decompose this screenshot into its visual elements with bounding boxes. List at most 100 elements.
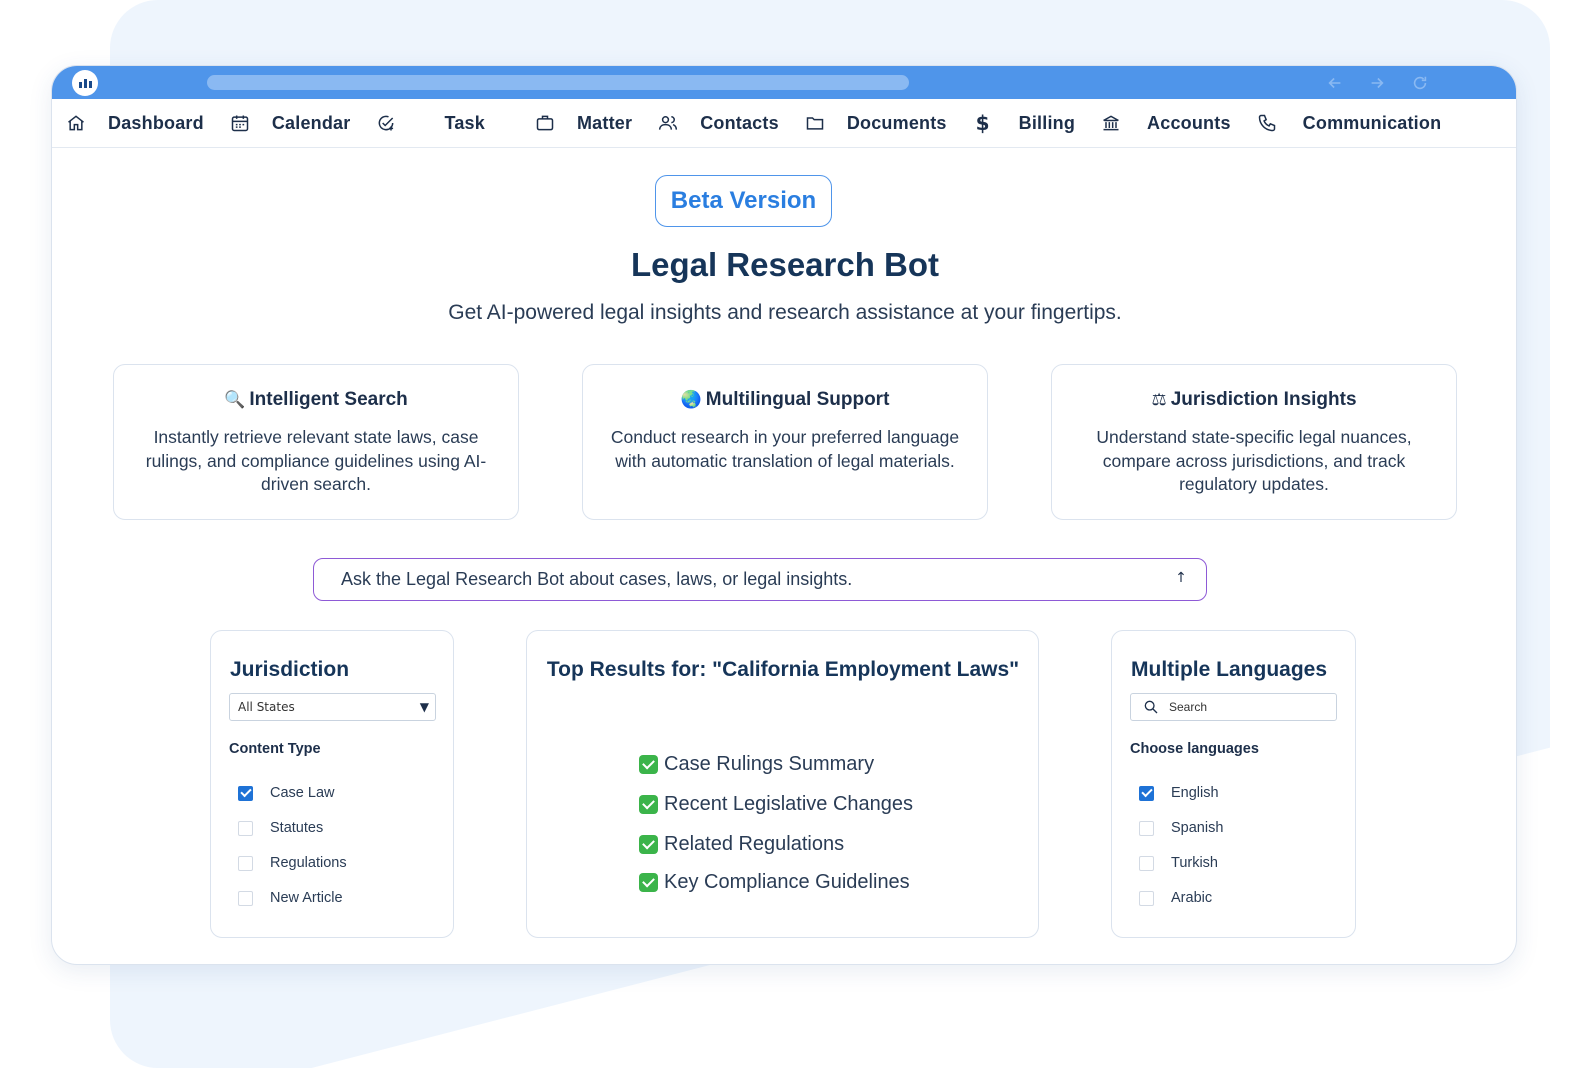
checkbox-new-article[interactable]: New Article xyxy=(238,890,343,906)
scales-icon: ⚖ xyxy=(1151,390,1167,410)
checkbox[interactable] xyxy=(238,785,253,801)
main-navbar: Dashboard Calendar Task Matter Contacts … xyxy=(52,99,1516,148)
checkbox-spanish[interactable]: Spanish xyxy=(1139,820,1223,836)
result-text: Recent Legislative Changes xyxy=(664,793,914,815)
feature-title: Multilingual Support xyxy=(705,389,890,410)
nav-label: Accounts xyxy=(1147,112,1231,133)
checkbox-arabic[interactable]: Arabic xyxy=(1139,890,1212,906)
checkbox-label: New Article xyxy=(270,890,343,906)
result-item[interactable]: Key Compliance Guidelines xyxy=(639,871,910,894)
nav-matter[interactable]: Matter xyxy=(535,99,632,147)
beta-badge: Beta Version xyxy=(655,175,832,227)
app-window: Dashboard Calendar Task Matter Contacts … xyxy=(51,65,1517,965)
address-bar[interactable] xyxy=(207,75,909,90)
feature-card-search: 🔍 Intelligent Search Instantly retrieve … xyxy=(113,364,519,520)
nav-label: Contacts xyxy=(700,112,779,133)
choose-languages-label: Choose languages xyxy=(1130,741,1259,757)
check-mark-icon xyxy=(639,755,658,774)
chat-input[interactable] xyxy=(341,569,1161,590)
send-arrow-icon[interactable]: ↑ xyxy=(1174,570,1188,588)
checkbox[interactable] xyxy=(238,890,253,906)
dollar-icon: $ xyxy=(975,111,990,135)
check-mark-icon xyxy=(639,835,658,854)
feature-description: Conduct research in your preferred langu… xyxy=(610,427,960,471)
chat-input-container: ↑ xyxy=(313,558,1207,601)
feature-card-multilingual: 🌏 Multilingual Support Conduct research … xyxy=(582,364,988,520)
feature-title: Intelligent Search xyxy=(249,389,408,410)
back-arrow-icon[interactable] xyxy=(1324,72,1346,94)
checkbox-label: Statutes xyxy=(270,820,324,836)
result-item[interactable]: Case Rulings Summary xyxy=(639,753,874,776)
checkbox[interactable] xyxy=(1139,820,1154,836)
select-value: All States xyxy=(238,700,295,714)
feature-title: Jurisdiction Insights xyxy=(1170,389,1357,410)
magnifier-icon: 🔍 xyxy=(224,390,246,410)
app-logo xyxy=(72,70,98,96)
checkbox-statutes[interactable]: Statutes xyxy=(238,820,323,836)
nav-label: Billing xyxy=(1018,112,1076,133)
bank-icon xyxy=(1103,115,1119,131)
feature-description: Understand state-specific legal nuances,… xyxy=(1096,427,1412,494)
browser-titlebar xyxy=(52,66,1516,99)
language-search[interactable] xyxy=(1130,693,1337,721)
checkbox-label: Case Law xyxy=(270,785,335,801)
nav-communication[interactable]: Communication xyxy=(1257,99,1442,147)
result-item[interactable]: Related Regulations xyxy=(639,833,844,856)
search-icon xyxy=(1144,700,1158,714)
result-text: Case Rulings Summary xyxy=(664,753,875,775)
nav-documents[interactable]: Documents xyxy=(805,99,947,147)
nav-label: Documents xyxy=(846,112,947,133)
page-subtitle: Get AI-powered legal insights and resear… xyxy=(448,301,1122,324)
globe-icon: 🌏 xyxy=(680,390,702,410)
checkbox-case-law[interactable]: Case Law xyxy=(238,785,334,801)
language-search-input[interactable] xyxy=(1169,700,1329,714)
nav-label: Dashboard xyxy=(108,112,204,133)
results-title: Top Results for: "California Employment … xyxy=(546,658,1020,681)
nav-label: Task xyxy=(444,112,485,133)
briefcase-icon xyxy=(536,115,554,131)
task-check-icon xyxy=(379,115,394,131)
phone-icon xyxy=(1258,114,1275,132)
nav-dashboard[interactable]: Dashboard xyxy=(66,99,204,147)
page-title: Legal Research Bot xyxy=(630,246,940,283)
result-text: Key Compliance Guidelines xyxy=(664,871,910,893)
checkbox-regulations[interactable]: Regulations xyxy=(238,855,347,871)
nav-calendar[interactable]: Calendar xyxy=(230,99,351,147)
state-select[interactable]: All States ▼ xyxy=(229,693,436,721)
languages-panel: Multiple Languages Choose languages Engl… xyxy=(1111,630,1356,938)
forward-arrow-icon[interactable] xyxy=(1366,72,1388,94)
nav-contacts[interactable]: Contacts xyxy=(658,99,779,147)
feature-card-jurisdiction: ⚖ Jurisdiction Insights Understand state… xyxy=(1051,364,1457,520)
checkbox-label: Regulations xyxy=(270,855,347,871)
check-mark-icon xyxy=(639,795,658,814)
check-mark-icon xyxy=(639,873,658,892)
checkbox[interactable] xyxy=(238,820,253,836)
nav-label: Communication xyxy=(1302,112,1442,133)
checkbox-label: Arabic xyxy=(1171,890,1213,906)
refresh-icon[interactable] xyxy=(1409,72,1431,94)
calendar-icon xyxy=(231,115,249,132)
checkbox[interactable] xyxy=(1139,785,1154,801)
panel-title: Multiple Languages xyxy=(1131,658,1328,681)
nav-billing[interactable]: $ Billing xyxy=(973,99,1075,147)
checkbox[interactable] xyxy=(1139,855,1154,871)
checkbox[interactable] xyxy=(238,855,253,871)
checkbox-turkish[interactable]: Turkish xyxy=(1139,855,1218,871)
feature-description: Instantly retrieve relevant state laws, … xyxy=(145,427,487,494)
result-text: Related Regulations xyxy=(664,833,845,855)
checkbox[interactable] xyxy=(1139,890,1154,906)
nav-label: Calendar xyxy=(271,112,351,133)
results-panel: Top Results for: "California Employment … xyxy=(526,630,1039,938)
nav-label: Matter xyxy=(576,112,633,133)
result-item[interactable]: Recent Legislative Changes xyxy=(639,793,913,816)
panel-title: Jurisdiction xyxy=(230,658,350,681)
caret-down-icon: ▼ xyxy=(419,700,429,714)
checkbox-label: Turkish xyxy=(1171,855,1218,871)
checkbox-label: English xyxy=(1171,785,1219,801)
nav-task[interactable]: Task xyxy=(376,99,485,147)
contacts-icon xyxy=(659,116,678,130)
jurisdiction-panel: Jurisdiction All States ▼ Content Type C… xyxy=(210,630,454,938)
checkbox-label: Spanish xyxy=(1171,820,1224,836)
nav-accounts[interactable]: Accounts xyxy=(1101,99,1231,147)
checkbox-english[interactable]: English xyxy=(1139,785,1219,801)
